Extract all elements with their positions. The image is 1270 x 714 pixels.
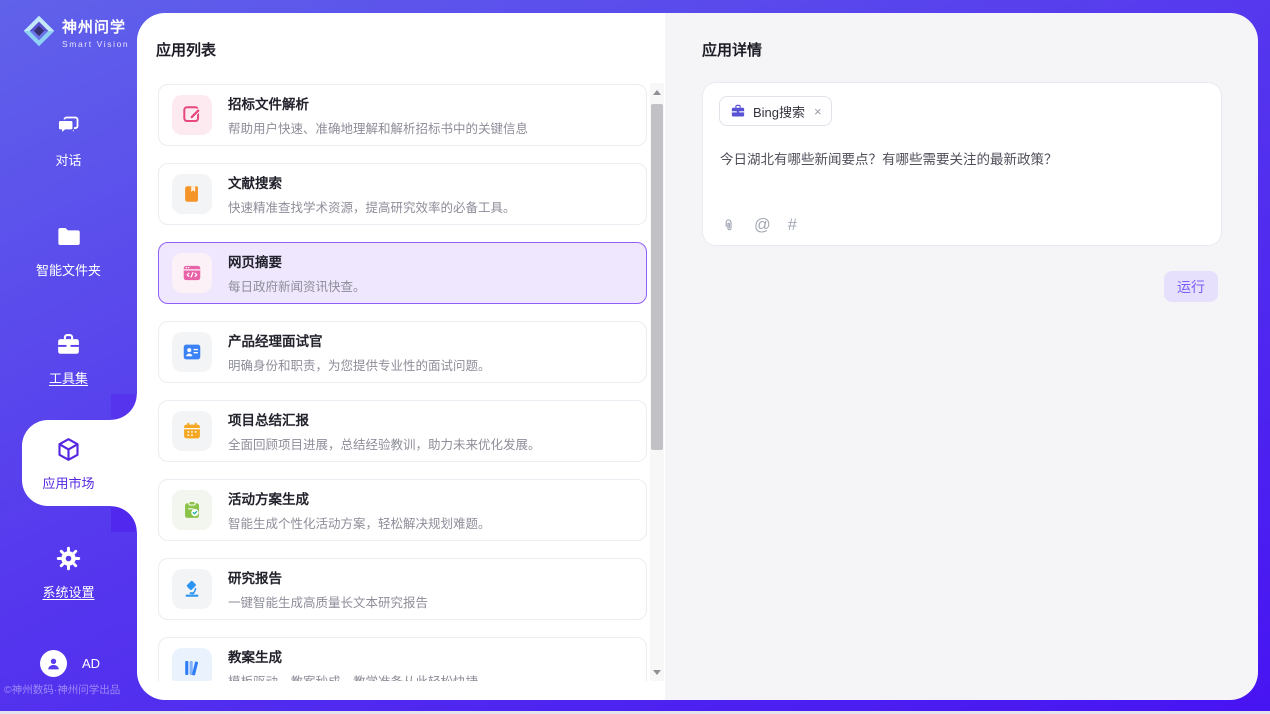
user-avatar-icon (44, 654, 63, 673)
toolbox-icon (55, 331, 82, 358)
app-card-title: 文献搜索 (228, 172, 516, 192)
sidebar-item-settings[interactable]: 系统设置 (0, 545, 137, 601)
logo-title: 神州问学 (62, 19, 126, 36)
app-card[interactable]: 招标文件解析 帮助用户快速、准确地理解和解析招标书中的关键信息 (158, 84, 647, 146)
app-card-desc: 一键智能生成高质量长文本研究报告 (228, 592, 428, 611)
app-card[interactable]: 研究报告 一键智能生成高质量长文本研究报告 (158, 558, 647, 620)
app-card-title: 网页摘要 (228, 251, 366, 271)
briefcase-icon (730, 103, 746, 119)
interviewer-icon (181, 341, 203, 363)
webpage-icon (181, 262, 203, 284)
app-list-panel: 应用列表 招标文件解析 帮助用户快速、准确地理解和解析招标书中的关键信息 文献搜… (137, 13, 665, 700)
app-card[interactable]: 网页摘要 每日政府新闻资讯快查。 (158, 242, 647, 304)
folder-icon (55, 223, 82, 250)
tool-tag-bing: Bing搜索 × (719, 96, 832, 126)
app-card-desc: 模板驱动，教案秒成，教学准备从此轻松快捷 (228, 671, 478, 681)
paperclip-icon[interactable] (720, 216, 737, 234)
app-list: 招标文件解析 帮助用户快速、准确地理解和解析招标书中的关键信息 文献搜索 快速精… (158, 84, 647, 681)
prompt-card: Bing搜索 × 今日湖北有哪些新闻要点？有哪些需要关注的最新政策？ @# (702, 82, 1222, 246)
run-button[interactable]: 运行 (1164, 271, 1218, 302)
sidebar-item-folders[interactable]: 智能文件夹 (0, 223, 137, 279)
app-card-desc: 明确身份和职责，为您提供专业性的面试问题。 (228, 355, 491, 374)
copyright-text: ©神州数码·神州问学出品 (4, 682, 137, 697)
app-detail-panel: 应用详情 Bing搜索 × 今日湖北有哪些新闻要点？有哪些需要关注的最新政策？ … (665, 13, 1258, 700)
user-section: AD (40, 650, 100, 677)
app-card-title: 活动方案生成 (228, 488, 491, 508)
avatar[interactable] (40, 650, 67, 677)
app-list-title: 应用列表 (156, 39, 216, 60)
logo-gem-icon (22, 14, 56, 50)
app-card[interactable]: 教案生成 模板驱动，教案秒成，教学准备从此轻松快捷 (158, 637, 647, 681)
app-card[interactable]: 文献搜索 快速精准查找学术资源，提高研究效率的必备工具。 (158, 163, 647, 225)
app-card-desc: 全面回顾项目进展，总结经验教训，助力未来优化发展。 (228, 434, 541, 453)
sidebar-item-app-market[interactable]: 应用市场 (0, 436, 137, 492)
calendar-icon (181, 420, 203, 442)
document-edit-icon (181, 104, 203, 126)
app-card-title: 教案生成 (228, 646, 478, 666)
scroll-up-icon[interactable] (650, 85, 664, 99)
attachment-toolbar: @# (720, 216, 797, 234)
at-icon[interactable]: @ (754, 217, 771, 234)
app-card[interactable]: 产品经理面试官 明确身份和职责，为您提供专业性的面试问题。 (158, 321, 647, 383)
scroll-down-icon[interactable] (650, 665, 664, 679)
app-card-desc: 智能生成个性化活动方案，轻松解决规划难题。 (228, 513, 491, 532)
sidebar: 神州问学 Smart Vision 对话 智能文件夹 工具集 应用市场 系统设置… (0, 0, 137, 711)
app-card-desc: 每日政府新闻资讯快查。 (228, 276, 366, 295)
app-card-desc: 帮助用户快速、准确地理解和解析招标书中的关键信息 (228, 118, 528, 137)
sidebar-item-chat[interactable]: 对话 (0, 113, 137, 169)
app-list-scrollbar[interactable] (650, 83, 664, 681)
app-card-title: 研究报告 (228, 567, 428, 587)
app-card[interactable]: 项目总结汇报 全面回顾项目进展，总结经验教训，助力未来优化发展。 (158, 400, 647, 462)
app-card-title: 项目总结汇报 (228, 409, 541, 429)
research-icon (181, 578, 203, 600)
app-card-title: 招标文件解析 (228, 93, 528, 113)
app-detail-title: 应用详情 (702, 39, 762, 60)
app-logo: 神州问学 Smart Vision (22, 14, 129, 50)
chat-icon (55, 113, 82, 140)
book-icon (181, 183, 203, 205)
books-icon (181, 657, 203, 679)
gear-icon (55, 545, 82, 572)
clipboard-check-icon (181, 499, 203, 521)
cube-icon (55, 436, 82, 463)
query-input[interactable]: 今日湖北有哪些新闻要点？有哪些需要关注的最新政策？ (720, 150, 1201, 170)
app-card-desc: 快速精准查找学术资源，提高研究效率的必备工具。 (228, 197, 516, 216)
main-content: 应用列表 招标文件解析 帮助用户快速、准确地理解和解析招标书中的关键信息 文献搜… (137, 13, 1258, 700)
close-icon[interactable]: × (814, 105, 822, 118)
logo-subtitle: Smart Vision (62, 39, 129, 49)
hash-icon[interactable]: # (788, 217, 797, 234)
sidebar-item-toolset[interactable]: 工具集 (0, 331, 137, 387)
user-initials: AD (82, 656, 100, 671)
tool-tag-label: Bing搜索 (753, 102, 805, 121)
app-card[interactable]: 活动方案生成 智能生成个性化活动方案，轻松解决规划难题。 (158, 479, 647, 541)
scrollbar-thumb[interactable] (651, 104, 663, 450)
app-card-title: 产品经理面试官 (228, 330, 491, 350)
